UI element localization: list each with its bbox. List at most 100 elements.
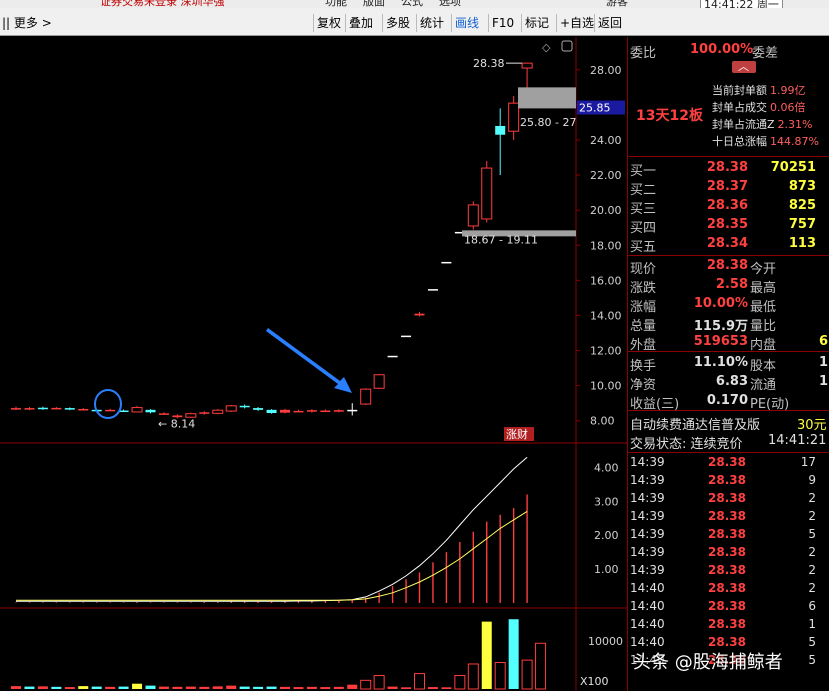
menu-options[interactable]: 选项 (439, 0, 461, 8)
tick-volume: 9 (808, 473, 816, 487)
overlay-button[interactable]: 叠加 (345, 14, 376, 32)
indicator-axis-label: 2.00 (594, 529, 619, 542)
f10-button[interactable]: F10 (488, 14, 517, 32)
tick-volume: 2 (808, 491, 816, 505)
candle-body (131, 407, 143, 413)
quote-row: 涨跌 2.58 最高 (628, 277, 829, 296)
bid-price: 28.37 (706, 179, 748, 194)
bid-row[interactable]: 买四 28.35 757 (628, 217, 829, 236)
tick-price: 28.38 (708, 455, 746, 469)
fundamental-row: 换手 11.10% 股本 1 (628, 355, 829, 374)
title-bar: 证券交易未登录 深圳华强 功能 版面 公式 选项 游客 14:41:22 周一 (0, 0, 829, 8)
seal-stat-label: 封单占成交 (712, 101, 767, 114)
tick-volume: 2 (808, 509, 816, 523)
weibi-label: 委比 (630, 46, 657, 61)
fundamental-value-2: 1 (818, 355, 828, 370)
watermark: 头条 @股海捕鲸者 (633, 652, 783, 673)
candle-body (199, 412, 210, 414)
bid-volume: 757 (788, 217, 816, 232)
low-price-label: ← 8.14 (158, 417, 195, 430)
diamond-icon: ◇ (542, 41, 551, 54)
quote-value: 519653 (693, 334, 748, 349)
candle-body (467, 204, 479, 227)
bid-row[interactable]: 买五 28.34 113 (628, 236, 829, 255)
fundamental-label: 净资 (630, 378, 657, 393)
volume-axis-label: 10000 (588, 635, 623, 648)
promo-text[interactable]: 自动续费通达信普及版 (630, 414, 760, 433)
kline-svg[interactable]: 28.0026.0024.0022.0020.0018.0016.0014.00… (0, 37, 627, 691)
weibi-value: 100.00% (690, 42, 754, 57)
back-button[interactable]: 返回 (594, 14, 625, 32)
candle-body (78, 408, 89, 411)
candle-body (293, 410, 304, 413)
add-favorite-button[interactable]: +自选 (556, 14, 597, 32)
price-axis-label: 8.00 (590, 415, 615, 428)
volume-bar (280, 686, 290, 689)
quote-label: 现价 (630, 262, 657, 277)
volume-bar (118, 686, 129, 689)
fundamental-label: 换手 (630, 359, 657, 374)
tick-time: 14:39 (630, 545, 665, 559)
candle-body (401, 335, 412, 338)
tick-volume: 2 (808, 581, 816, 595)
quote-label: 总量 (630, 319, 657, 334)
weicha-label: 委差 (752, 46, 779, 61)
tick-time: 14:39 (630, 455, 665, 469)
tick-row: 14:40 28.38 1 (628, 617, 829, 635)
volume-bar (360, 679, 372, 690)
tick-price: 28.38 (708, 635, 746, 649)
tick-volume: 5 (808, 653, 816, 667)
candle-body (521, 62, 533, 69)
statistics-button[interactable]: 统计 (416, 14, 447, 32)
volume-bar (11, 686, 21, 689)
volume-bar (185, 686, 196, 689)
volume-bar (239, 686, 250, 689)
indicator-axis-label: 4.00 (594, 461, 619, 474)
volume-bar (132, 683, 143, 689)
candle-body (373, 374, 385, 389)
bid-row[interactable]: 买二 28.37 873 (628, 179, 829, 198)
promo-row[interactable]: 自动续费通达信普及版 30元 (628, 414, 829, 433)
seal-stat-row: 封单占成交 0.06倍 (712, 99, 829, 116)
kline-chart[interactable]: 28.0026.0024.0022.0020.0018.0016.0014.00… (0, 37, 627, 691)
volume-bar (199, 686, 210, 689)
volume-bar (441, 687, 452, 689)
candle-body (212, 409, 224, 414)
volume-bar (24, 686, 35, 689)
multi-stock-button[interactable]: 多股 (382, 14, 413, 32)
fundamental-value: 0.170 (706, 393, 748, 408)
price-axis-label: 18.00 (590, 239, 622, 252)
tick-volume: 5 (808, 635, 816, 649)
tick-time: 14:40 (630, 599, 665, 613)
menu-layout[interactable]: 版面 (363, 0, 385, 8)
draw-line-button[interactable]: 画线 (451, 14, 482, 32)
tick-time: 14:40 (630, 581, 665, 595)
bid-price: 28.36 (706, 198, 748, 213)
seal-stat-label: 封单占流通Z (712, 118, 775, 131)
tick-row: 14:39 28.38 2 (628, 563, 829, 581)
more-menu-button[interactable]: || 更多 > (2, 14, 52, 31)
resistance-zone (518, 87, 576, 109)
fundamental-label-2: 股本 (750, 359, 777, 374)
bid-row[interactable]: 买一 28.38 70251 (628, 160, 829, 179)
volume-bar (467, 663, 479, 690)
current-price-label: 25.85 (579, 102, 611, 115)
account-status: 证券交易未登录 深圳华强 (100, 0, 225, 8)
tick-price: 28.38 (708, 599, 746, 613)
fundamental-label-2: 流通 (750, 378, 777, 393)
collapse-toggle[interactable]: ︿ (732, 60, 756, 73)
news-badge-label: 涨财 (506, 427, 528, 441)
candle-body (481, 167, 493, 220)
restore-rights-button[interactable]: 复权 (313, 14, 344, 32)
arrow-indicator (266, 328, 352, 393)
zone-upper-label: 25.80 - 27 (520, 116, 576, 129)
tick-time: 14:40 (630, 635, 665, 649)
guest-label: 游客 (606, 0, 628, 8)
quote-label-2: 最低 (750, 300, 777, 315)
bid-volume: 70251 (770, 160, 816, 175)
mark-button[interactable]: 标记 (521, 14, 552, 32)
menu-function[interactable]: 功能 (325, 0, 347, 8)
menu-formula[interactable]: 公式 (401, 0, 423, 8)
quote-value: 10.00% (693, 296, 748, 311)
bid-row[interactable]: 买三 28.36 825 (628, 198, 829, 217)
